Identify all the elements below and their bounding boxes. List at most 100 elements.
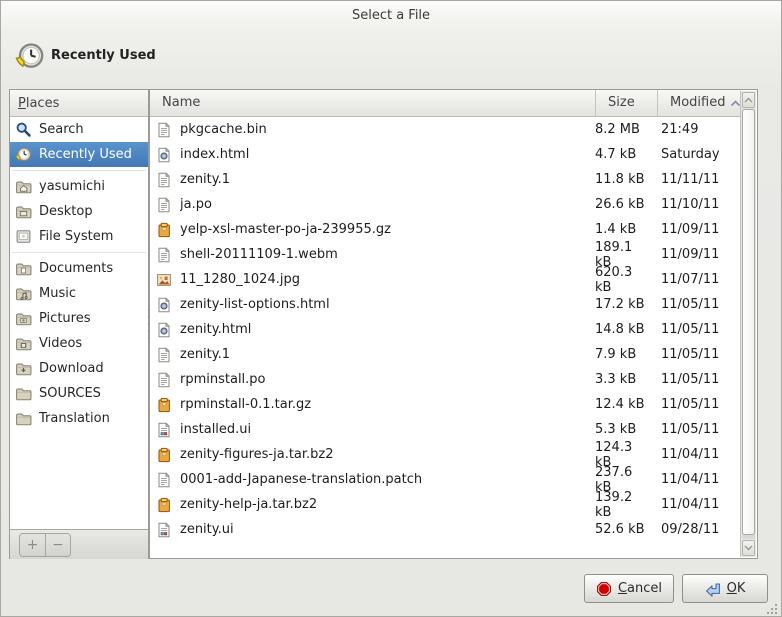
location-title: Recently Used bbox=[51, 48, 156, 63]
place-item-label: Documents bbox=[39, 261, 113, 276]
file-size: 52.6 kB bbox=[587, 522, 649, 537]
places-separator bbox=[10, 249, 148, 256]
file-rows-container: pkgcache.bin8.2 MB21:49index.html4.7 kBS… bbox=[150, 117, 742, 558]
archive-file-icon bbox=[156, 397, 172, 413]
place-item-sources[interactable]: SOURCES bbox=[10, 381, 148, 406]
location-header: Recently Used bbox=[1, 31, 781, 89]
vertical-scrollbar[interactable] bbox=[740, 91, 756, 557]
desktop-icon bbox=[15, 203, 32, 220]
drive-icon bbox=[15, 228, 32, 245]
add-bookmark-button[interactable]: + bbox=[20, 534, 45, 556]
archive-file-icon bbox=[156, 222, 172, 238]
text-file-icon bbox=[156, 247, 172, 263]
scrollbar-thumb[interactable] bbox=[742, 109, 755, 535]
file-name: rpminstall-0.1.tar.gz bbox=[180, 397, 587, 412]
place-item-translation[interactable]: Translation bbox=[10, 406, 148, 431]
file-size: 17.2 kB bbox=[587, 297, 649, 312]
file-row[interactable]: zenity.17.9 kB11/05/11 bbox=[150, 342, 742, 367]
file-chooser-dialog: Select a File Recently Used Places Searc… bbox=[0, 0, 782, 617]
file-name: zenity-help-ja.tar.bz2 bbox=[180, 497, 587, 512]
file-modified: 11/04/11 bbox=[649, 472, 719, 487]
file-row[interactable]: index.html4.7 kBSaturday bbox=[150, 142, 742, 167]
place-item-documents[interactable]: Documents bbox=[10, 256, 148, 281]
file-size: 26.6 kB bbox=[587, 197, 649, 212]
scroll-up-button[interactable] bbox=[742, 92, 755, 108]
file-size: 620.3 kB bbox=[587, 265, 649, 295]
file-name: zenity-list-options.html bbox=[180, 297, 587, 312]
file-modified: 11/07/11 bbox=[649, 272, 719, 287]
file-row[interactable]: zenity.html14.8 kB11/05/11 bbox=[150, 317, 742, 342]
scrollbar-trough[interactable] bbox=[742, 109, 755, 539]
file-size: 7.9 kB bbox=[587, 347, 649, 362]
remove-bookmark-button[interactable]: − bbox=[45, 534, 70, 556]
file-row[interactable]: yelp-xsl-master-po-ja-239955.gz1.4 kB11/… bbox=[150, 217, 742, 242]
place-item-label: Videos bbox=[39, 336, 82, 351]
place-item-search[interactable]: Search bbox=[10, 117, 148, 142]
ok-button[interactable]: OK bbox=[682, 574, 768, 603]
file-modified: 09/28/11 bbox=[649, 522, 719, 537]
file-row[interactable]: 11_1280_1024.jpg620.3 kB11/07/11 bbox=[150, 267, 742, 292]
place-item-yasumichi[interactable]: yasumichi bbox=[10, 174, 148, 199]
file-row[interactable]: rpminstall.po3.3 kB11/05/11 bbox=[150, 367, 742, 392]
place-item-download[interactable]: Download bbox=[10, 356, 148, 381]
file-modified: 11/05/11 bbox=[649, 397, 719, 412]
file-row[interactable]: pkgcache.bin8.2 MB21:49 bbox=[150, 117, 742, 142]
search-icon bbox=[15, 121, 32, 138]
text-file-icon bbox=[156, 122, 172, 138]
file-row[interactable]: installed.ui5.3 kB11/05/11 bbox=[150, 417, 742, 442]
ok-return-arrow-icon bbox=[705, 581, 721, 597]
file-row[interactable]: zenity-help-ja.tar.bz2139.2 kB11/04/11 bbox=[150, 492, 742, 517]
file-modified: 21:49 bbox=[649, 122, 698, 137]
place-item-desktop[interactable]: Desktop bbox=[10, 199, 148, 224]
home-icon bbox=[15, 178, 32, 195]
folder-documents-icon bbox=[15, 260, 32, 277]
place-item-videos[interactable]: Videos bbox=[10, 331, 148, 356]
text-file-icon bbox=[156, 197, 172, 213]
cancel-button[interactable]: Cancel bbox=[584, 574, 674, 603]
file-row[interactable]: zenity.111.8 kB11/11/11 bbox=[150, 167, 742, 192]
file-modified: 11/05/11 bbox=[649, 422, 719, 437]
file-list-column-headers: Name Size Modified bbox=[150, 90, 742, 117]
scroll-down-button[interactable] bbox=[742, 540, 755, 556]
place-item-pictures[interactable]: Pictures bbox=[10, 306, 148, 331]
file-row[interactable]: 0001-add-Japanese-translation.patch237.6… bbox=[150, 467, 742, 492]
file-modified: 11/10/11 bbox=[649, 197, 719, 212]
file-name: zenity.html bbox=[180, 322, 587, 337]
file-size: 3.3 kB bbox=[587, 372, 649, 387]
text-file-icon bbox=[156, 472, 172, 488]
place-item-recently-used[interactable]: Recently Used bbox=[10, 142, 148, 167]
place-item-label: Recently Used bbox=[39, 147, 132, 162]
column-header-size[interactable]: Size bbox=[595, 90, 657, 116]
file-row[interactable]: zenity-list-options.html17.2 kB11/05/11 bbox=[150, 292, 742, 317]
archive-file-icon bbox=[156, 497, 172, 513]
place-item-music[interactable]: Music bbox=[10, 281, 148, 306]
column-header-modified[interactable]: Modified bbox=[657, 90, 742, 116]
column-header-name[interactable]: Name bbox=[150, 90, 595, 116]
file-list-panel: Name Size Modified pkgcache.bin8.2 MB21:… bbox=[149, 89, 758, 559]
places-column-header[interactable]: Places bbox=[10, 90, 148, 117]
file-size: 12.4 kB bbox=[587, 397, 649, 412]
titlebar[interactable]: Select a File bbox=[1, 1, 781, 31]
resize-grip[interactable] bbox=[765, 600, 778, 613]
file-size: 5.3 kB bbox=[587, 422, 649, 437]
place-item-label: File System bbox=[39, 229, 113, 244]
file-row[interactable]: zenity.ui52.6 kB09/28/11 bbox=[150, 517, 742, 542]
file-name: 11_1280_1024.jpg bbox=[180, 272, 587, 287]
place-item-file-system[interactable]: File System bbox=[10, 224, 148, 249]
ui-file-icon bbox=[156, 422, 172, 438]
image-file-icon bbox=[156, 272, 172, 288]
recent-clock-icon bbox=[15, 41, 45, 71]
file-row[interactable]: shell-20111109-1.webm189.1 kB11/09/11 bbox=[150, 242, 742, 267]
file-modified: 11/09/11 bbox=[649, 222, 719, 237]
file-row[interactable]: rpminstall-0.1.tar.gz12.4 kB11/05/11 bbox=[150, 392, 742, 417]
file-modified: Saturday bbox=[649, 147, 720, 162]
stop-icon bbox=[596, 581, 612, 597]
file-name: zenity.1 bbox=[180, 172, 587, 187]
file-name: yelp-xsl-master-po-ja-239955.gz bbox=[180, 222, 587, 237]
file-size: 139.2 kB bbox=[587, 490, 649, 520]
file-name: pkgcache.bin bbox=[180, 122, 587, 137]
folder-download-icon bbox=[15, 360, 32, 377]
file-modified: 11/05/11 bbox=[649, 347, 719, 362]
file-row[interactable]: ja.po26.6 kB11/10/11 bbox=[150, 192, 742, 217]
file-row[interactable]: zenity-figures-ja.tar.bz2124.3 kB11/04/1… bbox=[150, 442, 742, 467]
